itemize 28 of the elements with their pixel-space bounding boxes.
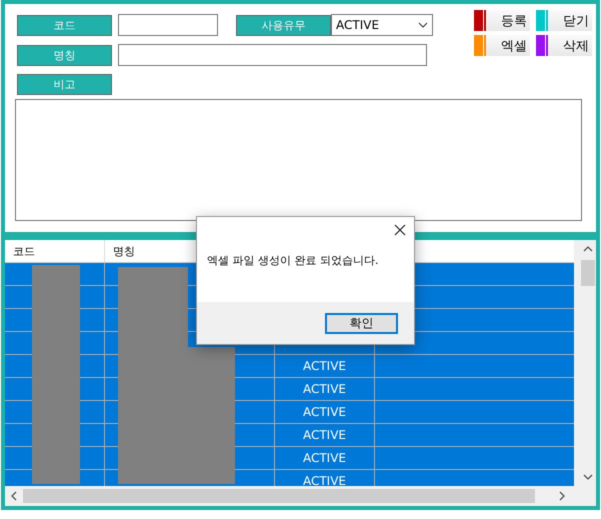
action-button[interactable]: 닫기 xyxy=(536,10,592,31)
table-cell: ACTIVE xyxy=(302,359,346,373)
table-cell: ACTIVE xyxy=(302,405,346,419)
note-label: 비고 xyxy=(17,74,112,95)
action-button[interactable]: 삭제 xyxy=(536,35,592,56)
scroll-up-icon[interactable] xyxy=(583,244,593,254)
ok-button[interactable]: 확인 xyxy=(325,312,398,334)
scroll-left-icon[interactable] xyxy=(9,491,19,501)
table-cell: ACTIVE xyxy=(302,451,346,465)
table-cell: ACTIVE xyxy=(302,428,346,442)
use-label: 사용유무 xyxy=(236,14,331,36)
scrollbar-thumb[interactable] xyxy=(23,489,535,503)
scroll-down-icon[interactable] xyxy=(583,472,593,482)
action-button[interactable]: 엑셀 xyxy=(474,35,530,56)
note-field[interactable] xyxy=(15,99,582,221)
chevron-down-icon xyxy=(418,22,428,28)
scrollbar-thumb[interactable] xyxy=(581,260,595,286)
code-field[interactable] xyxy=(118,14,218,36)
action-button[interactable]: 등록 xyxy=(474,10,530,31)
close-icon[interactable] xyxy=(394,224,406,236)
table-cell: ACTIVE xyxy=(302,474,346,486)
name-field[interactable] xyxy=(118,44,427,66)
name-label: 명칭 xyxy=(17,44,112,66)
column-header[interactable]: 코드 xyxy=(5,240,105,262)
code-label: 코드 xyxy=(17,14,112,36)
scroll-right-icon[interactable] xyxy=(557,491,567,501)
use-dropdown[interactable]: ACTIVE xyxy=(331,14,433,36)
table-cell: ACTIVE xyxy=(302,382,346,396)
